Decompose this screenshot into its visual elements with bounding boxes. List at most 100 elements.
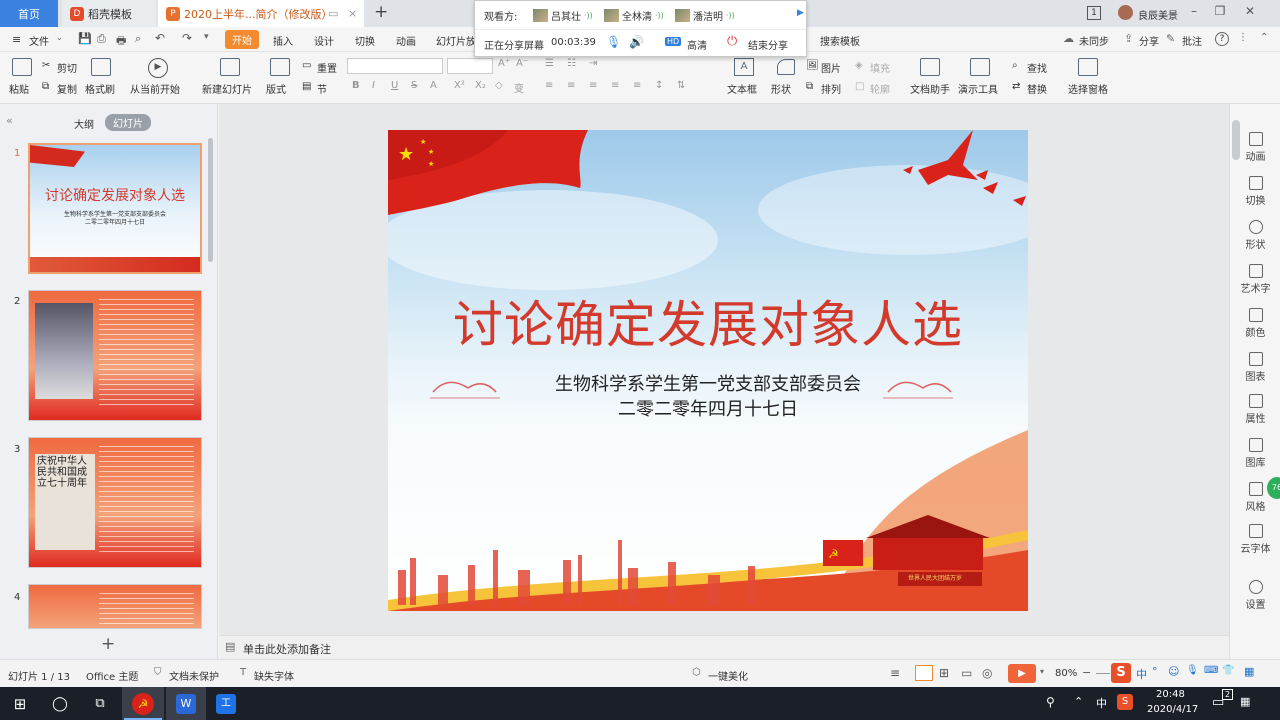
font-grow-icon[interactable]: A⁺ [498,58,510,69]
zoom-level[interactable]: 80% [1055,668,1077,679]
clock-date[interactable]: 2020/4/17 [1147,704,1198,715]
line-spacing-icon[interactable]: ↕ [655,80,663,91]
viewer-item[interactable]: 吕其壮 ·)) [533,8,593,23]
taskbar-app-party[interactable]: ☭ [122,687,164,720]
search-icon[interactable]: ◯ [44,687,76,720]
user-name[interactable]: 良辰美景 [1138,7,1178,22]
slide-subtitle[interactable]: 生物科学系学生第一党支部支部委员会 [388,370,1028,396]
from-current-button[interactable]: 从当前开始 [130,81,180,96]
present-tools-icon[interactable] [970,58,990,76]
numbering-icon[interactable]: ☷ [567,58,576,69]
viewer-item[interactable]: 潘洁明 ·)) [675,8,735,23]
more-options-icon[interactable]: ⋮ [1238,32,1248,43]
task-view-icon[interactable]: ⧉ [84,687,116,720]
ime-chinese[interactable]: 中 [1136,666,1147,682]
sidebar-item-color[interactable]: 颜色 [1230,308,1280,339]
paste-button[interactable]: 粘贴 [9,81,29,96]
speaker-icon[interactable]: 🔊 [629,35,644,49]
presenter-view-icon[interactable]: ◎ [982,666,992,680]
notes-pane[interactable]: ▤ 单击此处添加备注 [219,635,1229,659]
collapse-ribbon-icon[interactable]: ⌃ [1260,32,1268,43]
restore-icon[interactable]: ❐ [1210,4,1230,22]
bold-button[interactable]: B [352,80,360,91]
shape-icon[interactable] [777,59,795,75]
fill-button[interactable]: 填充 [870,60,890,75]
notes-placeholder[interactable]: 单击此处添加备注 [243,641,331,657]
cut-button[interactable]: 剪切 [57,60,77,75]
zoom-out-icon[interactable]: − [1082,666,1091,679]
close-tab-icon[interactable]: × [348,7,357,20]
sidebar-item-shape[interactable]: 形状 [1230,220,1280,251]
align-right-icon[interactable]: ≡ [589,80,597,91]
page-badge[interactable]: 1 [1087,6,1101,20]
sidebar-item-cloud-font[interactable]: 云字体 [1230,524,1280,555]
reading-view-icon[interactable]: ▭ [961,666,972,680]
notes-toggle-icon[interactable]: ≡ [890,666,900,680]
ime-emoji[interactable]: ☺ [1168,665,1179,678]
font-color-button[interactable]: A [430,80,437,91]
add-slide-button[interactable]: + [101,634,115,654]
picture-button[interactable]: 图片 [821,60,841,75]
new-slide-button[interactable]: 新建幻灯片 [202,81,252,96]
microphone-icon[interactable]: 🎙 [606,35,621,49]
menu-animation[interactable]: 动画 [396,33,416,48]
bullets-icon[interactable]: ☰ [545,58,554,69]
export-icon[interactable]: ⎙ [97,32,106,46]
doc-assistant-icon[interactable] [920,58,940,76]
selection-pane-button[interactable]: 选择窗格 [1068,81,1108,96]
present-tools-button[interactable]: 演示工具 [958,81,998,96]
text-box-icon[interactable]: A [734,58,754,76]
indent-icon[interactable]: ⇥ [589,58,597,69]
menu-slideshow[interactable]: 幻灯片放 [436,33,476,48]
play-icon[interactable]: ▶ [148,58,168,78]
undo-icon[interactable]: ↶ [155,31,165,45]
redo-icon[interactable]: ↷ [182,31,192,45]
avatar[interactable] [1118,5,1133,20]
chevron-down-icon[interactable]: ▾ [1040,667,1044,676]
taskbar-app-wps-writer[interactable]: W [166,687,206,720]
superscript-button[interactable]: X² [454,80,465,91]
protect-status[interactable]: 文档未保护 [169,668,219,683]
close-window-icon[interactable]: ✕ [1240,4,1260,22]
section-button[interactable]: 节 [317,81,327,96]
save-icon[interactable]: 💾 [78,32,92,45]
strikethrough-button[interactable]: S [411,80,417,91]
progress-badge[interactable]: 76 [1267,477,1280,499]
grid-view-icon[interactable]: ⊞ [939,666,949,680]
format-painter-button[interactable]: 格式刷 [85,81,115,96]
viewer-item[interactable]: 全林清 ·)) [604,8,664,23]
slide-thumbnail-4[interactable] [28,584,202,629]
paste-icon[interactable] [12,58,32,76]
ime-keyboard[interactable]: ⌨ [1204,665,1218,676]
slide-title[interactable]: 讨论确定发展对象人选 [388,285,1028,357]
menu-home[interactable]: 开始 [225,30,259,49]
people-icon[interactable]: ⚲ [1046,695,1055,709]
hamburger-icon[interactable]: ≡ [12,33,21,46]
sogou-tray-icon[interactable]: S [1117,694,1133,710]
preview-icon[interactable]: ⌕ [135,32,141,46]
text-box-button[interactable]: 文本框 [727,81,757,96]
hd-button[interactable]: 高清 [687,37,707,52]
windows-start-icon[interactable]: ⊞ [0,687,40,720]
distribute-icon[interactable]: ≡ [633,80,641,91]
slide-thumbnail-1[interactable]: 讨论确定发展对象人选 生物科学系学生第一党支部支部委员会 二零二零年四月十七日 [28,143,202,274]
justify-icon[interactable]: ≡ [611,80,619,91]
outline-button[interactable]: 轮廓 [870,81,890,96]
sidebar-item-gallery[interactable]: 图库 [1230,438,1280,469]
print-icon[interactable]: 🖶 [116,32,126,51]
replace-button[interactable]: 替换 [1027,81,1047,96]
show-desktop-button[interactable]: ▦ [1240,695,1250,708]
slide-thumbnail-2[interactable] [28,290,202,421]
expand-viewers-icon[interactable]: ▶ [797,8,804,18]
tab-slides[interactable]: 幻灯片 [105,114,151,131]
sidebar-item-properties[interactable]: 属性 [1230,394,1280,425]
normal-view-icon[interactable] [915,665,933,681]
ime-toolbox[interactable]: ▦ [1244,665,1254,678]
sidebar-item-wordart[interactable]: 艺术字 [1230,264,1280,295]
sidebar-item-settings[interactable]: 设置 [1230,580,1280,611]
slide-date[interactable]: 二零二零年四月十七日 [388,395,1028,421]
underline-button[interactable]: U [391,80,398,91]
tab-home[interactable]: 首页 [0,0,58,27]
tab-outline[interactable]: 大纲 [74,116,94,131]
beautify-button[interactable]: 一键美化 [708,668,748,683]
